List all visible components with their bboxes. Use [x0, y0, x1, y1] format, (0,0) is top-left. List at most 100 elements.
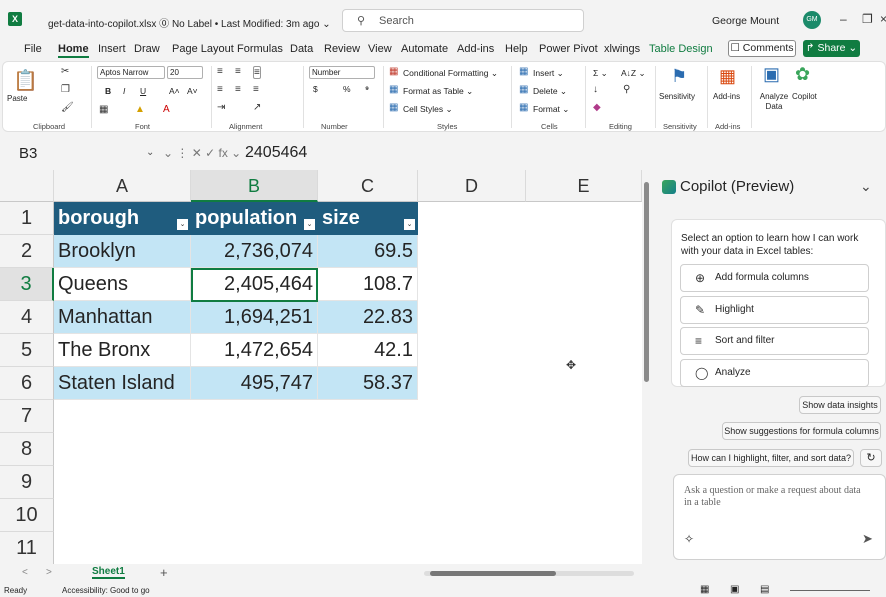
- table-cell[interactable]: 2,405,464: [191, 268, 318, 301]
- row-header[interactable]: 4: [0, 301, 54, 334]
- bold-button[interactable]: B: [105, 86, 111, 96]
- minimize-button[interactable]: –: [840, 12, 847, 26]
- percent-button[interactable]: %: [343, 84, 351, 94]
- underline-button[interactable]: U: [140, 86, 146, 96]
- analyze-data-button[interactable]: Analyze Data: [757, 92, 791, 112]
- tab-formulas[interactable]: Formulas: [237, 43, 283, 55]
- delete-cells-button[interactable]: Delete ⌄: [533, 86, 567, 97]
- format-cells-button[interactable]: Format ⌄: [533, 104, 569, 115]
- share-button[interactable]: ↱ Share ⌄: [803, 40, 860, 57]
- horizontal-scrollbar-thumb[interactable]: [430, 571, 556, 576]
- format-painter-icon[interactable]: 🖌: [61, 102, 74, 113]
- tab-add-ins[interactable]: Add-ins: [457, 43, 494, 55]
- normal-view-icon[interactable]: ▦: [700, 584, 709, 595]
- tab-table-design[interactable]: Table Design: [649, 43, 713, 55]
- row-header[interactable]: 7: [0, 400, 54, 433]
- name-box[interactable]: B3: [19, 145, 37, 162]
- italic-button[interactable]: I: [123, 86, 125, 96]
- splitter-handle[interactable]: [642, 176, 650, 562]
- font-name-select[interactable]: Aptos Narrow: [97, 66, 165, 79]
- refresh-suggestions-icon[interactable]: ↻: [860, 449, 882, 467]
- table-cell[interactable]: 1,694,251: [191, 301, 318, 334]
- analyze-data-icon[interactable]: ▣: [763, 64, 780, 85]
- filter-dropdown-icon[interactable]: ⌄: [404, 219, 415, 230]
- comma-button[interactable]: ⁹: [365, 84, 369, 94]
- orientation-icon[interactable]: ↗: [253, 102, 261, 113]
- send-icon[interactable]: ➤: [862, 531, 873, 547]
- table-cell[interactable]: 2,736,074: [191, 235, 318, 268]
- align-middle-icon[interactable]: ≡: [235, 66, 241, 77]
- table-cell[interactable]: Queens: [54, 268, 191, 301]
- formula-input[interactable]: 2405464: [245, 144, 307, 162]
- sheet-tab-sheet1[interactable]: Sheet1: [92, 566, 125, 579]
- row-header[interactable]: 5: [0, 334, 54, 367]
- page-layout-view-icon[interactable]: ▣: [730, 584, 739, 595]
- tab-help[interactable]: Help: [505, 43, 528, 55]
- sheet-nav-next[interactable]: >: [46, 567, 52, 578]
- font-size-select[interactable]: 20: [167, 66, 203, 79]
- font-color-icon[interactable]: A: [163, 104, 170, 115]
- find-icon[interactable]: ⚲: [623, 84, 630, 95]
- tab-page-layout[interactable]: Page Layout: [172, 43, 234, 55]
- sensitivity-button[interactable]: Sensitivity: [659, 92, 695, 101]
- tab-automate[interactable]: Automate: [401, 43, 448, 55]
- table-cell[interactable]: The Bronx: [54, 334, 191, 367]
- fill-icon[interactable]: ↓: [593, 84, 598, 95]
- column-header[interactable]: E: [526, 170, 642, 202]
- zoom-slider[interactable]: [790, 590, 870, 591]
- column-header[interactable]: D: [418, 170, 526, 202]
- row-header[interactable]: 3: [0, 268, 54, 301]
- formula-controls[interactable]: ⌄ ⋮ ✕ ✓ fx ⌄: [163, 146, 241, 160]
- row-header[interactable]: 10: [0, 499, 54, 532]
- table-cell[interactable]: Staten Island: [54, 367, 191, 400]
- copy-icon[interactable]: ❐: [61, 84, 70, 95]
- cell-styles-button[interactable]: Cell Styles ⌄: [403, 104, 453, 115]
- option-sort-and-filter[interactable]: ≡ Sort and filter: [680, 327, 869, 355]
- number-format-select[interactable]: Number: [309, 66, 375, 79]
- tab-view[interactable]: View: [368, 43, 392, 55]
- table-header-cell[interactable]: size ⌄: [318, 202, 418, 235]
- indent-icon[interactable]: ⇥: [217, 102, 225, 113]
- grow-font-button[interactable]: A˄: [169, 86, 180, 96]
- sheet-nav-prev[interactable]: <: [22, 567, 28, 578]
- table-cell[interactable]: 1,472,654: [191, 334, 318, 367]
- row-header[interactable]: 2: [0, 235, 54, 268]
- table-cell[interactable]: 495,747: [191, 367, 318, 400]
- suggestion-chip[interactable]: Show suggestions for formula columns: [722, 422, 881, 440]
- paste-label[interactable]: Paste: [7, 94, 27, 103]
- tab-insert[interactable]: Insert: [98, 43, 126, 55]
- align-bottom-icon[interactable]: ≡: [253, 66, 261, 79]
- cut-icon[interactable]: ✂: [61, 66, 69, 77]
- row-header[interactable]: 8: [0, 433, 54, 466]
- format-as-table-button[interactable]: Format as Table ⌄: [403, 86, 473, 97]
- row-header[interactable]: 11: [0, 532, 54, 564]
- insert-cells-button[interactable]: Insert ⌄: [533, 68, 564, 79]
- sparkle-prompts-icon[interactable]: ✧: [684, 532, 694, 546]
- copilot-icon[interactable]: ✿: [795, 64, 810, 85]
- table-cell[interactable]: Brooklyn: [54, 235, 191, 268]
- tab-data[interactable]: Data: [290, 43, 313, 55]
- copilot-button[interactable]: Copilot: [792, 92, 817, 101]
- search-input[interactable]: ⚲ Search: [342, 9, 584, 32]
- table-header-cell[interactable]: population ⌄: [191, 202, 318, 235]
- insert-cells-icon[interactable]: ▦: [519, 66, 528, 77]
- row-header[interactable]: 9: [0, 466, 54, 499]
- table-cell[interactable]: Manhattan: [54, 301, 191, 334]
- align-left-icon[interactable]: ≡: [217, 84, 223, 95]
- select-all-corner[interactable]: [0, 170, 54, 202]
- format-as-table-icon[interactable]: ▦: [389, 84, 398, 95]
- sort-filter-button[interactable]: A↓Z ⌄: [621, 68, 646, 79]
- suggestion-chip[interactable]: How can I highlight, filter, and sort da…: [688, 449, 854, 467]
- worksheet-grid[interactable]: A B C D E 1 2 3 4 5 6 7 8 9 10 11 boroug…: [0, 170, 650, 564]
- currency-button[interactable]: $: [313, 84, 318, 94]
- filter-dropdown-icon[interactable]: ⌄: [304, 219, 315, 230]
- accessibility-status[interactable]: Accessibility: Good to go: [62, 586, 150, 595]
- delete-cells-icon[interactable]: ▦: [519, 84, 528, 95]
- align-top-icon[interactable]: ≡: [217, 66, 223, 77]
- add-sheet-button[interactable]: +: [160, 565, 168, 580]
- column-header[interactable]: B: [191, 170, 318, 202]
- suggestion-chip[interactable]: Show data insights: [799, 396, 881, 414]
- page-break-view-icon[interactable]: ▤: [760, 584, 769, 595]
- restore-button[interactable]: ❐: [862, 12, 873, 26]
- clear-icon[interactable]: ◆: [593, 102, 601, 113]
